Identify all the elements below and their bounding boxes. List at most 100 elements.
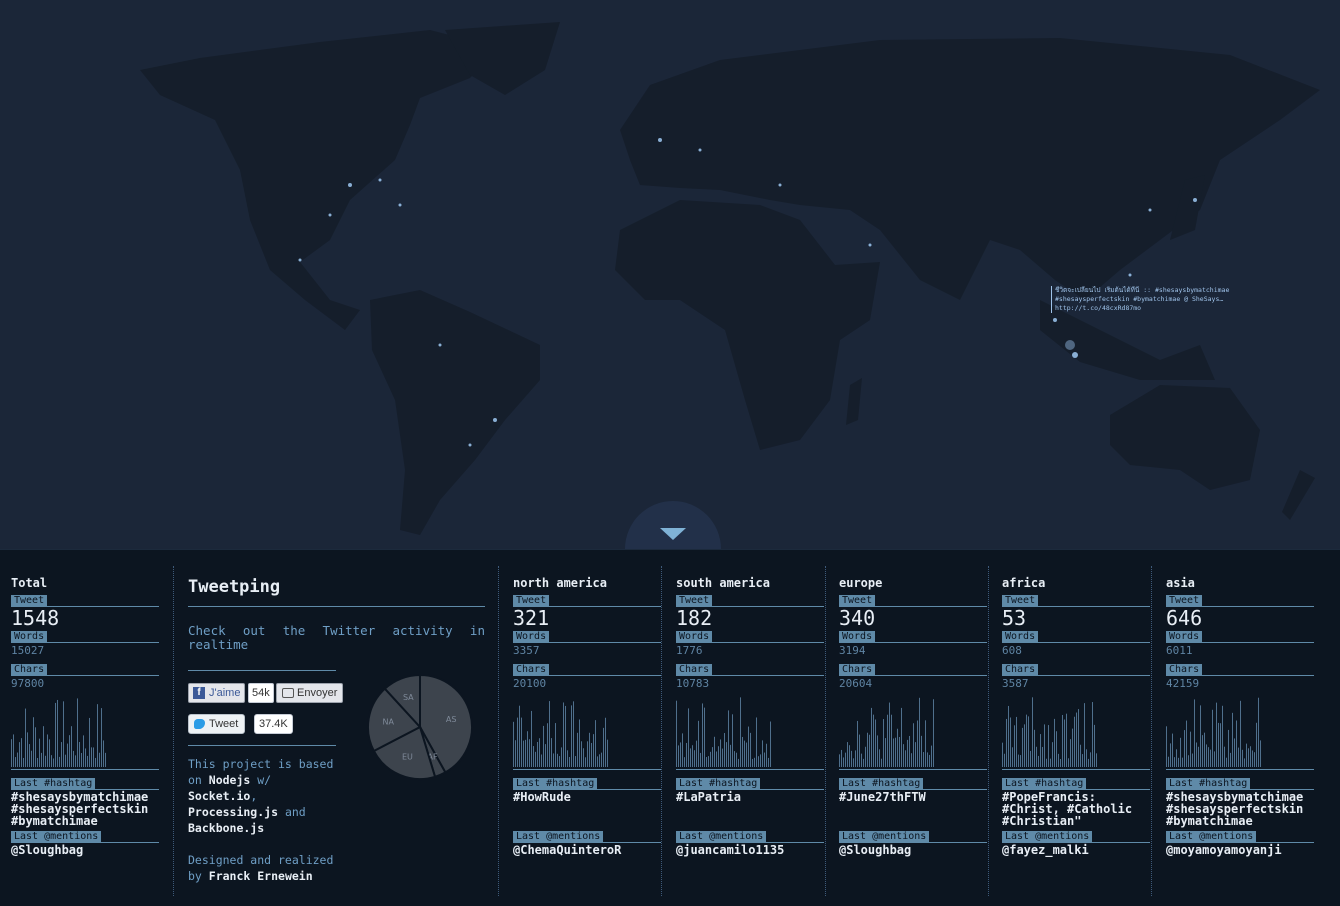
activity-bar xyxy=(1256,722,1257,767)
activity-bar xyxy=(91,747,92,767)
words-count: 15027 xyxy=(11,644,45,657)
activity-bar xyxy=(47,734,48,767)
facebook-icon: f xyxy=(193,687,205,699)
activity-bar xyxy=(1204,732,1205,767)
divider xyxy=(11,675,159,676)
new-zealand-landmass xyxy=(1282,470,1315,520)
activity-bar xyxy=(742,736,743,767)
activity-bar xyxy=(1252,750,1253,767)
activity-bar xyxy=(913,723,914,767)
activity-bar xyxy=(736,752,737,767)
activity-bar xyxy=(911,753,912,767)
activity-bar xyxy=(1042,746,1043,767)
activity-bar xyxy=(1068,758,1069,767)
activity-bar xyxy=(69,735,70,767)
tweet-popup[interactable]: ชีวิตจะเปลี่ยนไป เริ่มต้นได้ที่นี่ :: #s… xyxy=(1051,286,1245,313)
activity-bar xyxy=(879,749,880,767)
activity-bar xyxy=(71,726,72,767)
activity-bar xyxy=(17,752,18,767)
last-mentions[interactable]: @Sloughbag xyxy=(11,844,83,856)
activity-bar xyxy=(750,732,751,767)
divider xyxy=(676,642,824,643)
tweet-label: Tweet xyxy=(839,595,876,606)
activity-bar xyxy=(1082,754,1083,767)
activity-bar xyxy=(565,705,566,767)
words-count: 3194 xyxy=(839,644,866,657)
nodejs-link[interactable]: Nodejs xyxy=(209,773,251,787)
activity-bar xyxy=(1210,749,1211,767)
activity-bar xyxy=(589,732,590,767)
activity-bar xyxy=(65,754,66,767)
activity-bar xyxy=(1074,716,1075,767)
activity-bar xyxy=(527,731,528,767)
activity-bar xyxy=(746,742,747,767)
activity-bar xyxy=(87,755,88,767)
region-pie-chart: ASAFEUNASA xyxy=(367,673,473,780)
africa-landmass xyxy=(615,200,880,450)
activity-bar xyxy=(57,699,58,767)
backbonejs-link[interactable]: Backbone.js xyxy=(188,821,264,835)
activity-bar xyxy=(1056,731,1057,767)
project-description: This project is based on Nodejs w/ Socke… xyxy=(188,756,333,836)
activity-bar xyxy=(93,747,94,767)
activity-bar xyxy=(1046,758,1047,767)
activity-bar xyxy=(595,720,596,767)
activity-bar xyxy=(569,756,570,767)
activity-bar xyxy=(843,757,844,767)
world-map[interactable]: ชีวิตจะเปลี่ยนไป เริ่มต้นได้ที่นี่ :: #s… xyxy=(0,0,1340,549)
project-text: and xyxy=(278,805,306,819)
activity-bar xyxy=(83,735,84,767)
tweet-button[interactable]: Tweet xyxy=(188,714,246,734)
activity-bar xyxy=(1260,740,1261,767)
last-mentions[interactable]: @fayez_malki xyxy=(1002,844,1089,856)
activity-bar xyxy=(770,721,771,767)
activity-bar xyxy=(708,756,709,767)
facebook-send-button[interactable]: Envoyer xyxy=(276,683,344,703)
divider xyxy=(676,769,824,770)
activity-bar xyxy=(851,750,852,767)
last-mentions[interactable]: @moyamoyamoyanji xyxy=(1166,844,1282,856)
tweet-popup-link[interactable]: http://t.co/48cxRd87mo xyxy=(1055,304,1245,313)
mentions-label: Last @mentions xyxy=(11,831,102,842)
activity-bar xyxy=(1196,742,1197,767)
activity-bar xyxy=(49,739,50,767)
last-mentions[interactable]: @ChemaQuinteroR xyxy=(513,844,621,856)
like-count: 54k xyxy=(248,683,274,703)
activity-bar xyxy=(853,758,854,767)
activity-bar xyxy=(1168,756,1169,767)
words-count: 6011 xyxy=(1166,644,1193,657)
activity-bar xyxy=(1004,753,1005,767)
activity-bar xyxy=(905,750,906,767)
divider xyxy=(1166,769,1314,770)
activity-bar xyxy=(1080,744,1081,767)
activity-bar xyxy=(1186,720,1187,767)
activity-bar xyxy=(1188,755,1189,767)
activity-bar xyxy=(678,745,679,767)
activity-bar xyxy=(533,746,534,767)
socketio-link[interactable]: Socket.io xyxy=(188,789,250,803)
activity-bar xyxy=(1032,697,1033,767)
send-label: Envoyer xyxy=(297,687,338,699)
activity-bar xyxy=(732,714,733,767)
author-link[interactable]: Franck Ernewein xyxy=(209,869,313,883)
activity-bar xyxy=(692,745,693,767)
activity-bar xyxy=(559,756,560,767)
tweet-popup-line: ชีวิตจะเปลี่ยนไป เริ่มต้นได้ที่นี่ :: #s… xyxy=(1055,286,1230,294)
activity-bar xyxy=(1036,746,1037,767)
last-hashtags: #June27thFTW xyxy=(839,790,926,804)
processingjs-link[interactable]: Processing.js xyxy=(188,805,278,819)
activity-bar xyxy=(13,734,14,767)
activity-bar xyxy=(1226,757,1227,767)
last-hashtags: #LaPatria xyxy=(676,790,742,804)
activity-bar xyxy=(1228,729,1229,767)
pie-label: SA xyxy=(403,693,414,702)
last-mentions[interactable]: @Sloughbag xyxy=(839,844,911,856)
tweet-count: 1548 xyxy=(11,606,60,630)
last-mentions[interactable]: @juancamilo1135 xyxy=(676,844,784,856)
activity-bar xyxy=(37,757,38,767)
facebook-like-button[interactable]: f J'aime xyxy=(188,683,246,703)
activity-bar xyxy=(863,758,864,767)
greenland-landmass xyxy=(445,22,560,95)
tweet-count: 646 xyxy=(1166,606,1203,630)
credits-line: by Franck Ernewein xyxy=(188,868,333,884)
